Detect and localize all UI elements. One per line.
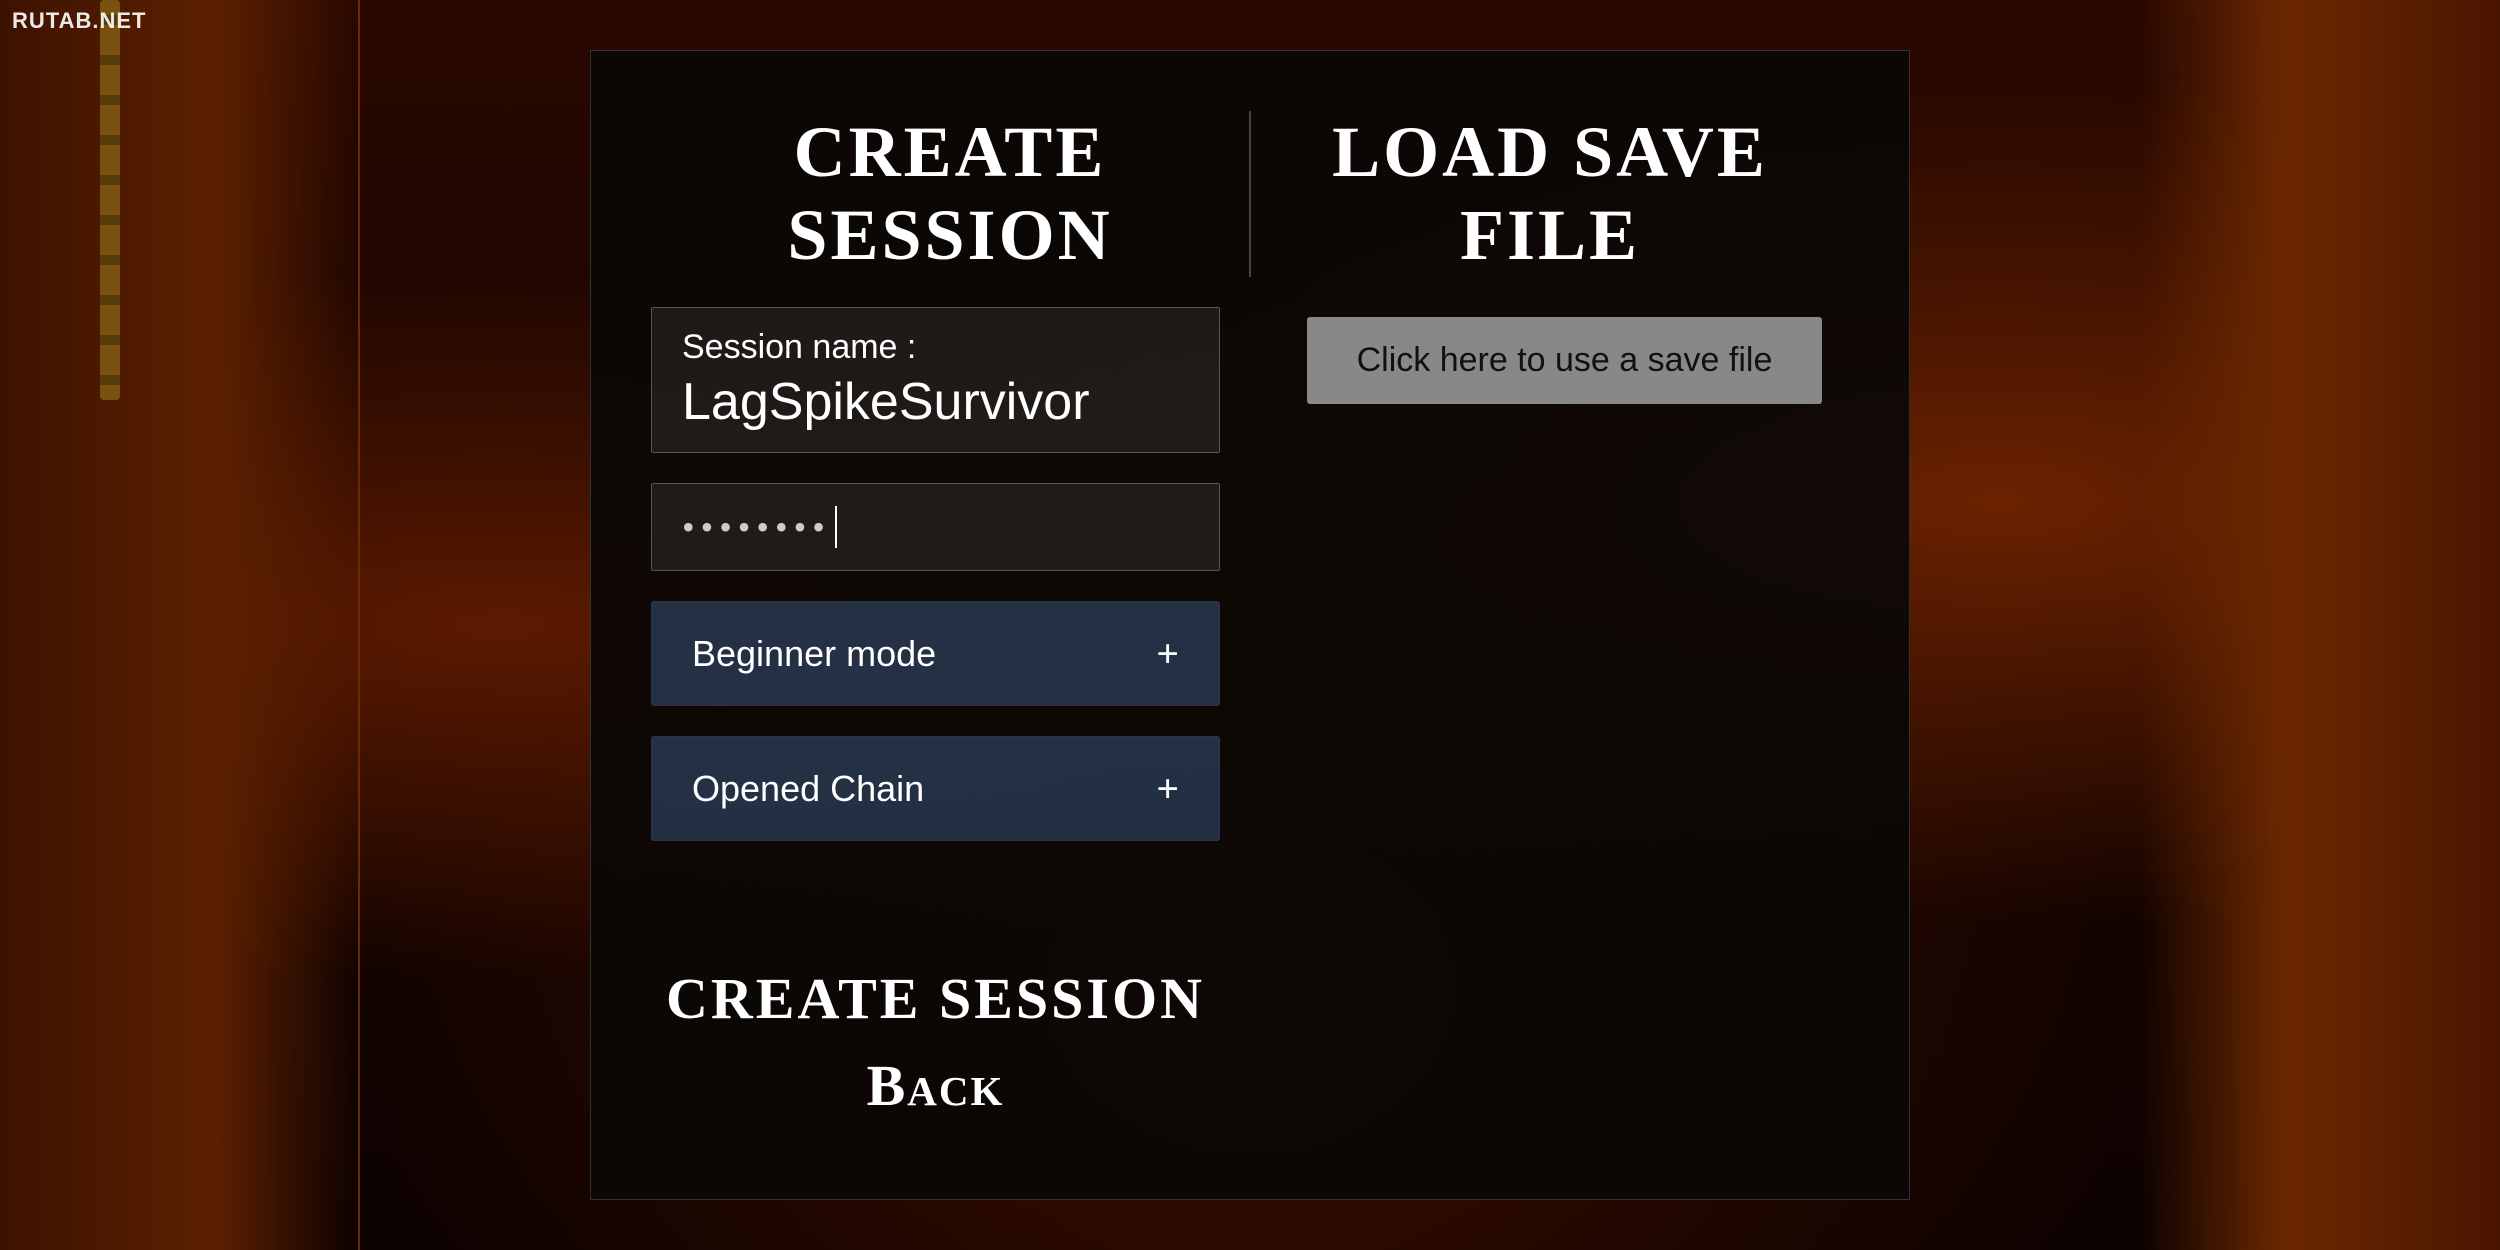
left-wall — [0, 0, 360, 1250]
create-session-button[interactable]: Create Session — [666, 965, 1205, 1032]
beginner-mode-plus: + — [1156, 630, 1179, 677]
action-buttons: Create Session Back — [651, 965, 1220, 1139]
beginner-mode-button[interactable]: Beginner mode + — [651, 601, 1220, 706]
load-save-section: Load Save File — [1251, 111, 1849, 277]
password-dots: •••••••• — [682, 506, 831, 548]
panel-header: Create Session Load Save File — [591, 51, 1909, 307]
session-name-value: LagSpikeSurvivor — [682, 372, 1189, 432]
form-column: Session name : LagSpikeSurvivor ••••••••… — [651, 307, 1220, 1139]
load-save-button[interactable]: Click here to use a save file — [1307, 317, 1823, 404]
main-panel: Create Session Load Save File Session na… — [590, 50, 1910, 1200]
password-field[interactable]: •••••••• — [651, 483, 1220, 571]
load-save-title: Load Save File — [1332, 112, 1768, 275]
back-button[interactable]: Back — [867, 1052, 1005, 1119]
chain-decoration — [100, 0, 120, 400]
load-save-column: Click here to use a save file — [1280, 307, 1849, 1139]
session-name-group: Session name : LagSpikeSurvivor — [651, 307, 1220, 453]
right-wall — [2140, 0, 2500, 1250]
session-name-field[interactable]: Session name : LagSpikeSurvivor — [651, 307, 1220, 453]
session-name-label: Session name : — [682, 328, 1189, 367]
opened-chain-label: Opened Chain — [692, 768, 924, 810]
opened-chain-button[interactable]: Opened Chain + — [651, 736, 1220, 841]
cursor — [835, 506, 837, 548]
opened-chain-plus: + — [1156, 765, 1179, 812]
create-session-section: Create Session — [651, 111, 1249, 277]
beginner-mode-label: Beginner mode — [692, 633, 936, 675]
panel-body: Session name : LagSpikeSurvivor ••••••••… — [591, 307, 1909, 1199]
site-watermark: RUTAB.NET — [12, 8, 146, 34]
create-session-title: Create Session — [787, 112, 1112, 275]
